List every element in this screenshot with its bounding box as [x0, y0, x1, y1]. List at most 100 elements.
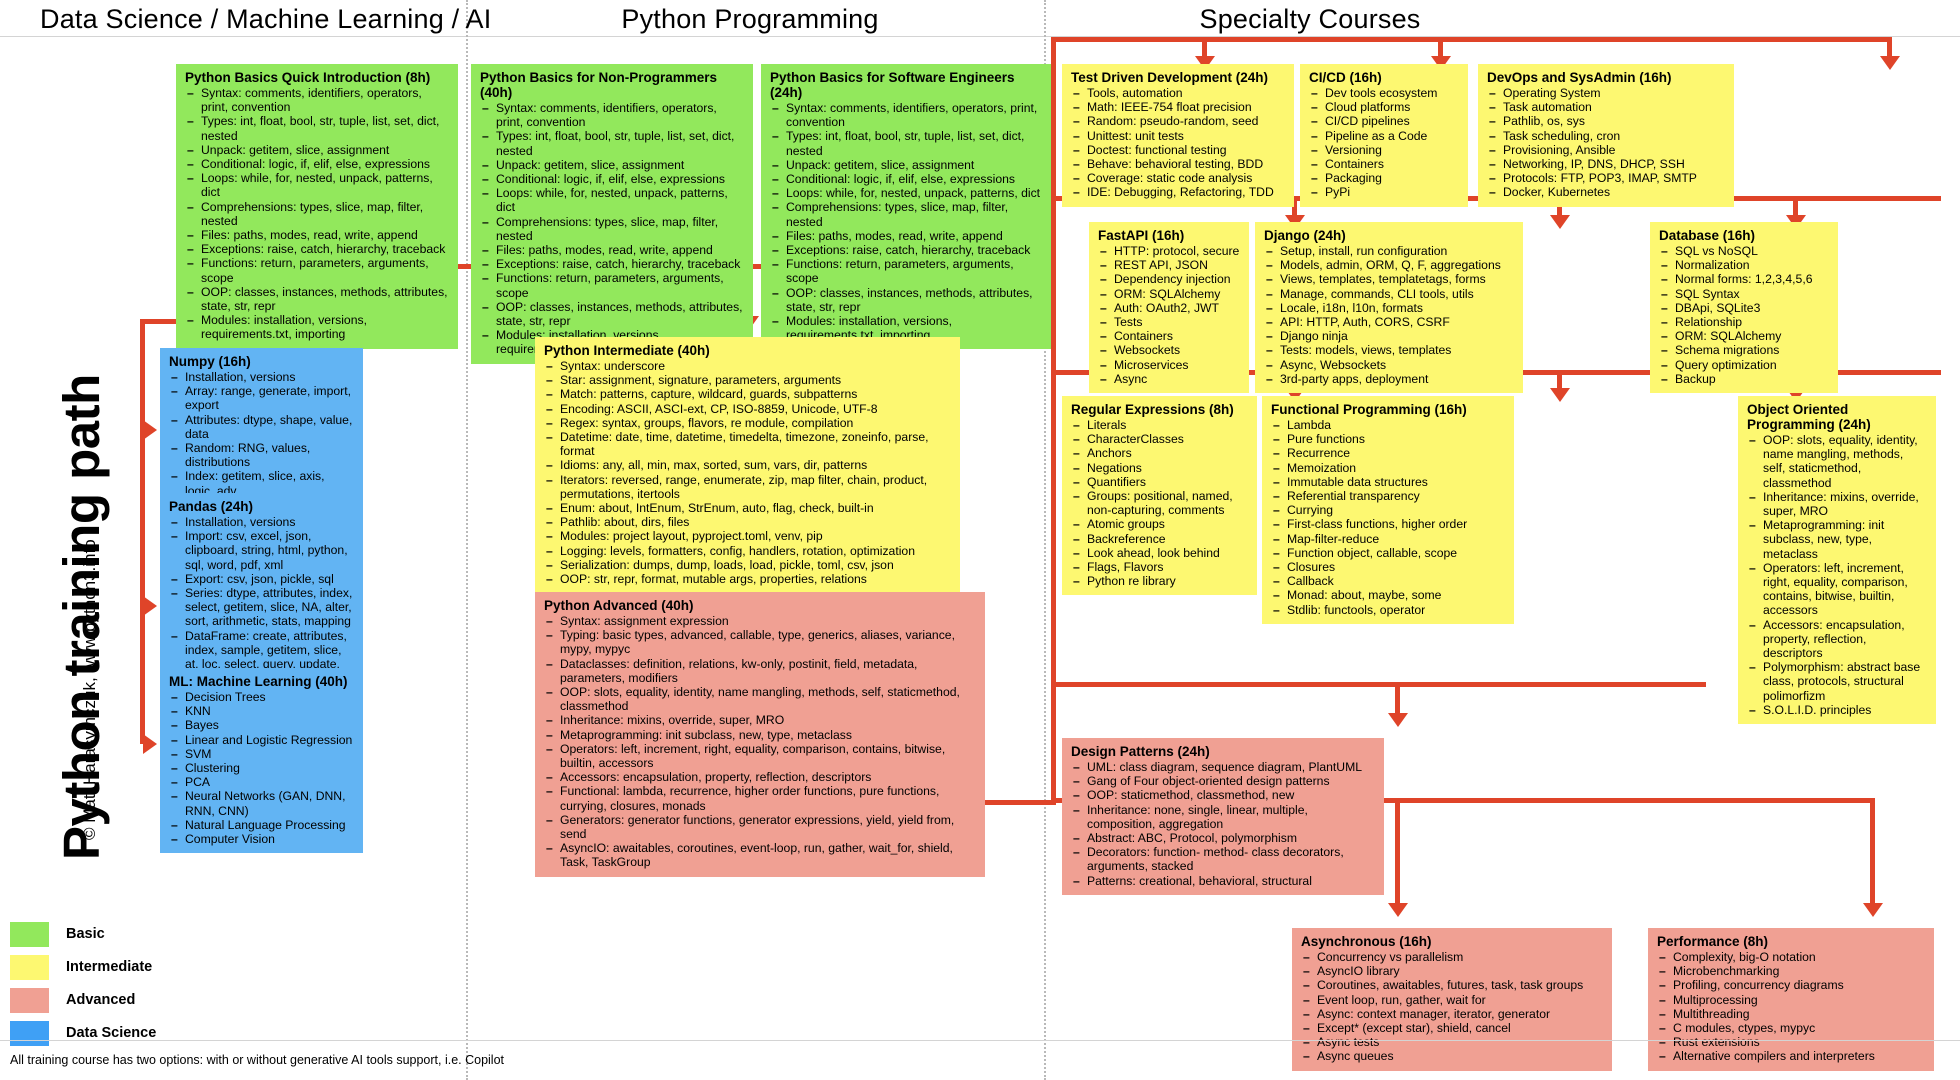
topic-item: Views, templates, templatetags, forms	[1264, 272, 1514, 286]
topic-item: CI/CD pipelines	[1309, 114, 1459, 128]
legend-label: Basic	[66, 926, 105, 942]
course-box-python-advanced[interactable]: Python Advanced (40h) Syntax: assignment…	[535, 592, 985, 877]
topic-item: Export: csv, json, pickle, sql	[169, 572, 354, 586]
topic-item: Modules: project layout, pyproject.toml,…	[544, 529, 951, 543]
course-box-test-driven-development[interactable]: Test Driven Development (24h) Tools, aut…	[1062, 64, 1294, 207]
course-title: Python Basics Quick Introduction (8h)	[185, 70, 431, 85]
course-box-devops-sysadmin[interactable]: DevOps and SysAdmin (16h) Operating Syst…	[1478, 64, 1734, 207]
course-title: Django (24h)	[1264, 228, 1346, 243]
topic-item: Protocols: FTP, POP3, IMAP, SMTP	[1487, 171, 1725, 185]
topic-item: Modules: installation, versions, require…	[185, 313, 449, 341]
course-topic-list: Syntax: underscoreStar: assignment, sign…	[544, 359, 951, 586]
topic-item: Schema migrations	[1659, 343, 1829, 357]
topic-item: Task scheduling, cron	[1487, 129, 1725, 143]
topic-item: Loops: while, for, nested, unpack, patte…	[185, 171, 449, 199]
topic-item: Callback	[1271, 574, 1505, 588]
topic-item: Except* (except star), shield, cancel	[1301, 1021, 1603, 1035]
course-title: Python Advanced (40h)	[544, 598, 694, 613]
topic-item: Relationship	[1659, 315, 1829, 329]
course-box-cicd[interactable]: CI/CD (16h) Dev tools ecosystemCloud pla…	[1300, 64, 1468, 207]
topic-item: Websockets	[1098, 343, 1240, 357]
topic-item: Dependency injection	[1098, 272, 1240, 286]
course-box-fastapi[interactable]: FastAPI (16h) HTTP: protocol, secureREST…	[1089, 222, 1249, 394]
topic-item: Conditional: logic, if, elif, else, expr…	[480, 172, 744, 186]
topic-item: Networking, IP, DNS, DHCP, SSH	[1487, 157, 1725, 171]
topic-item: IDE: Debugging, Refactoring, TDD	[1071, 185, 1285, 199]
topic-item: Series: dtype, attributes, index, select…	[169, 586, 354, 629]
topic-item: Conditional: logic, if, elif, else, expr…	[770, 172, 1042, 186]
topic-item: Event loop, run, gather, wait for	[1301, 993, 1603, 1007]
topic-item: Operators: left, increment, right, equal…	[1747, 561, 1927, 618]
course-box-performance[interactable]: Performance (8h) Complexity, big-O notat…	[1648, 928, 1934, 1071]
topic-item: OOP: classes, instances, methods, attrib…	[770, 286, 1042, 314]
course-box-python-intermediate[interactable]: Python Intermediate (40h) Syntax: unders…	[535, 337, 960, 594]
arrow-right-icon	[143, 596, 157, 616]
topic-item: Syntax: comments, identifiers, operators…	[770, 101, 1042, 129]
topic-item: Regex: syntax, groups, flavors, re modul…	[544, 416, 951, 430]
topic-item: Backreference	[1071, 532, 1248, 546]
topic-item: Unittest: unit tests	[1071, 129, 1285, 143]
topic-item: Rust extensions	[1657, 1035, 1925, 1049]
course-box-python-basics-software-engineers[interactable]: Python Basics for Software Engineers (24…	[761, 64, 1051, 350]
course-topic-list: Setup, install, run configurationModels,…	[1264, 244, 1514, 386]
course-box-object-oriented-programming[interactable]: Object Oriented Programming (24h) OOP: s…	[1738, 396, 1936, 725]
footer-divider	[0, 1040, 1960, 1041]
course-title: Test Driven Development (24h)	[1071, 70, 1269, 85]
connector-line	[1395, 798, 1400, 908]
topic-item: Profiling, concurrency diagrams	[1657, 978, 1925, 992]
topic-item: Iterators: reversed, range, enumerate, z…	[544, 473, 951, 501]
legend-label: Data Science	[66, 1025, 157, 1041]
topic-item: OOP: slots, equality, identity, name man…	[1747, 433, 1927, 490]
legend-item-data-science: Data Science	[10, 1020, 310, 1046]
arrow-down-icon	[1550, 388, 1570, 402]
course-title: Numpy (16h)	[169, 354, 251, 369]
topic-item: Dataclasses: definition, relations, kw-o…	[544, 657, 976, 685]
topic-item: Computer Vision	[169, 832, 354, 846]
topic-item: Behave: behavioral testing, BDD	[1071, 157, 1285, 171]
topic-item: OOP: str, repr, format, mutable args, pr…	[544, 572, 951, 586]
topic-item: Cloud platforms	[1309, 100, 1459, 114]
topic-item: Typing: basic types, advanced, callable,…	[544, 628, 976, 656]
topic-item: Attributes: dtype, shape, value, data	[169, 413, 354, 441]
course-box-database[interactable]: Database (16h) SQL vs NoSQLNormalization…	[1650, 222, 1838, 394]
course-title: CI/CD (16h)	[1309, 70, 1382, 85]
topic-item: Functions: return, parameters, arguments…	[185, 256, 449, 284]
course-title: ML: Machine Learning (40h)	[169, 674, 348, 689]
connector-line	[1051, 682, 1706, 687]
course-box-machine-learning[interactable]: ML: Machine Learning (40h) Decision Tree…	[160, 668, 363, 854]
course-box-django[interactable]: Django (24h) Setup, install, run configu…	[1255, 222, 1523, 394]
topic-item: Star: assignment, signature, parameters,…	[544, 373, 951, 387]
topic-item: PyPi	[1309, 185, 1459, 199]
topic-item: Docker, Kubernetes	[1487, 185, 1725, 199]
course-topic-list: LiteralsCharacterClassesAnchorsNegations…	[1071, 418, 1248, 589]
topic-item: Comprehensions: types, slice, map, filte…	[480, 215, 744, 243]
topic-item: Versioning	[1309, 143, 1459, 157]
topic-item: DBApi, SQLite3	[1659, 301, 1829, 315]
topic-item: Files: paths, modes, read, write, append	[185, 228, 449, 242]
course-box-functional-programming[interactable]: Functional Programming (16h) LambdaPure …	[1262, 396, 1514, 624]
topic-item: Backup	[1659, 372, 1829, 386]
topic-item: SQL Syntax	[1659, 287, 1829, 301]
connector-line	[1395, 682, 1400, 716]
topic-item: Pipeline as a Code	[1309, 129, 1459, 143]
course-box-python-basics-non-programmers[interactable]: Python Basics for Non-Programmers (40h) …	[471, 64, 753, 364]
course-box-design-patterns[interactable]: Design Patterns (24h) UML: class diagram…	[1062, 738, 1384, 895]
topic-item: Tests	[1098, 315, 1240, 329]
course-title: Python Intermediate (40h)	[544, 343, 710, 358]
topic-item: Query optimization	[1659, 358, 1829, 372]
topic-item: Currying	[1271, 503, 1505, 517]
course-box-python-basics-quick[interactable]: Python Basics Quick Introduction (8h) Sy…	[176, 64, 458, 349]
topic-item: Task automation	[1487, 100, 1725, 114]
vertical-title-block: Python training path © Matt Harasymczuk,…	[0, 0, 120, 1080]
course-title: Performance (8h)	[1657, 934, 1769, 949]
topic-item: Async: context manager, iterator, genera…	[1301, 1007, 1603, 1021]
course-title: Regular Expressions (8h)	[1071, 402, 1234, 417]
course-title: DevOps and SysAdmin (16h)	[1487, 70, 1672, 85]
legend-swatch-intermediate	[10, 954, 49, 980]
course-title: Asynchronous (16h)	[1301, 934, 1432, 949]
arrow-right-icon	[143, 420, 157, 440]
topic-item: Comprehensions: types, slice, map, filte…	[185, 200, 449, 228]
course-box-regular-expressions[interactable]: Regular Expressions (8h) LiteralsCharact…	[1062, 396, 1257, 596]
course-box-asynchronous[interactable]: Asynchronous (16h) Concurrency vs parall…	[1292, 928, 1612, 1071]
topic-item: Pathlib, os, sys	[1487, 114, 1725, 128]
